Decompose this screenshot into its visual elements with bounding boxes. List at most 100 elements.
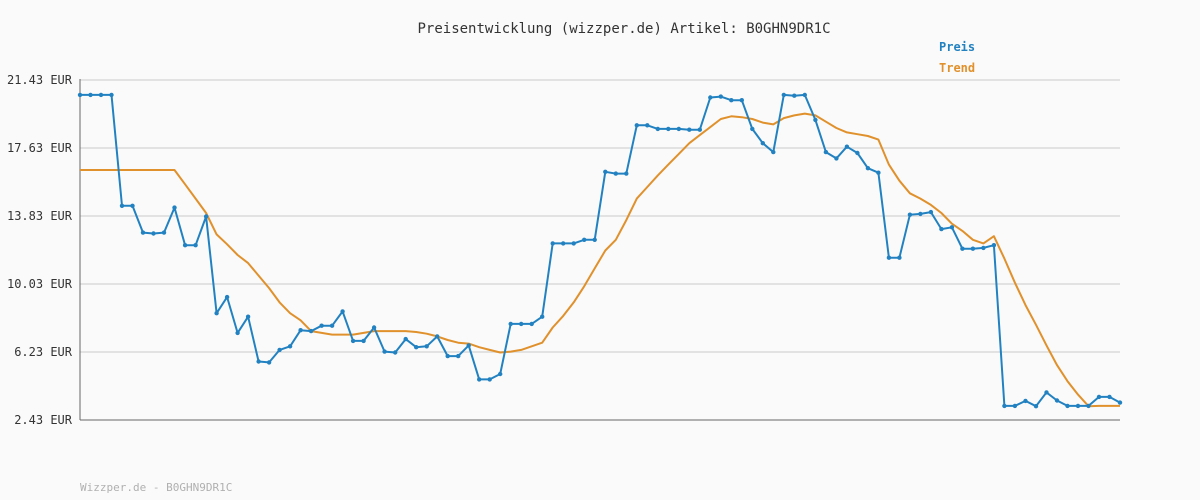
data-point (981, 245, 986, 251)
data-point (844, 144, 850, 149)
data-point (193, 243, 198, 248)
data-point (414, 345, 419, 350)
data-point (792, 93, 797, 98)
data-point (634, 123, 639, 128)
data-point (456, 353, 461, 359)
data-point (645, 123, 650, 128)
data-point (298, 328, 303, 333)
data-point (1033, 404, 1039, 409)
y-tick-label: 13.83 EUR (7, 209, 73, 223)
data-point (445, 353, 450, 359)
data-point (1096, 394, 1102, 400)
data-point (540, 314, 545, 319)
data-point (235, 330, 240, 336)
data-point (666, 126, 671, 132)
data-point (1107, 394, 1112, 400)
data-point (140, 230, 146, 235)
data-point (834, 156, 839, 161)
footer-text: Wizzper.de - B0GHN9DR1C (80, 481, 232, 494)
data-point (477, 377, 482, 382)
data-point (750, 126, 755, 132)
data-point (435, 334, 440, 339)
data-point (1012, 403, 1018, 409)
chart-title: Preisentwicklung (wizzper.de) Artikel: B… (417, 21, 830, 37)
data-point (182, 243, 188, 248)
data-point (708, 95, 713, 100)
data-point (718, 94, 723, 99)
data-point (897, 255, 902, 260)
data-point (77, 92, 83, 98)
data-point (224, 294, 230, 300)
data-point (613, 171, 618, 176)
data-point (98, 92, 104, 98)
data-point (1002, 403, 1007, 409)
data-point (928, 209, 934, 215)
data-point (508, 321, 513, 327)
data-point (350, 338, 356, 344)
data-point (561, 241, 566, 246)
price-chart: Preisentwicklung (wizzper.de) Artikel: B… (0, 0, 1200, 500)
data-point (918, 211, 923, 217)
data-point (865, 166, 871, 171)
data-point (109, 92, 114, 98)
y-tick-label: 6.23 EUR (14, 345, 73, 359)
data-point (329, 323, 335, 328)
data-point (907, 212, 913, 217)
data-point (424, 344, 429, 349)
legend-preis: Preis (939, 40, 975, 54)
data-point (739, 98, 744, 103)
data-point (855, 150, 860, 156)
data-point (119, 203, 125, 208)
data-point (1054, 398, 1060, 403)
data-point (802, 92, 807, 98)
data-point (393, 350, 398, 355)
data-point (655, 126, 660, 132)
data-point (340, 309, 345, 314)
data-point (287, 344, 293, 349)
data-point (592, 237, 597, 242)
data-point (203, 214, 209, 219)
data-point (277, 347, 282, 353)
chart-background (0, 0, 1200, 500)
y-tick-label: 2.43 EUR (14, 413, 73, 427)
data-point (697, 127, 702, 132)
data-point (781, 92, 786, 98)
data-point (1044, 390, 1049, 395)
data-point (319, 323, 324, 328)
data-point (1075, 403, 1081, 409)
data-point (823, 149, 829, 155)
data-point (529, 321, 534, 327)
data-point (130, 203, 135, 208)
data-point (382, 349, 387, 354)
data-point (1117, 400, 1123, 405)
data-point (308, 328, 314, 334)
data-point (676, 126, 681, 132)
data-point (876, 170, 881, 175)
data-point (361, 338, 366, 344)
data-point (970, 246, 976, 251)
data-point (949, 225, 955, 230)
data-point (960, 246, 965, 251)
data-point (88, 92, 93, 98)
data-point (603, 169, 608, 174)
data-point (498, 371, 503, 377)
y-tick-label: 21.43 EUR (7, 73, 73, 87)
data-point (886, 255, 892, 260)
data-point (571, 241, 576, 246)
data-point (403, 336, 408, 342)
data-point (813, 117, 818, 123)
data-point (466, 343, 471, 348)
data-point (245, 314, 251, 319)
data-point (214, 311, 219, 316)
data-point (760, 141, 765, 146)
y-tick-label: 17.63 EUR (7, 141, 73, 155)
data-point (939, 226, 944, 232)
data-point (151, 231, 156, 236)
data-point (582, 237, 587, 242)
data-point (487, 377, 492, 382)
data-point (1065, 403, 1070, 409)
data-point (266, 360, 272, 365)
data-point (729, 98, 734, 103)
data-point (256, 359, 261, 364)
data-point (687, 127, 692, 132)
